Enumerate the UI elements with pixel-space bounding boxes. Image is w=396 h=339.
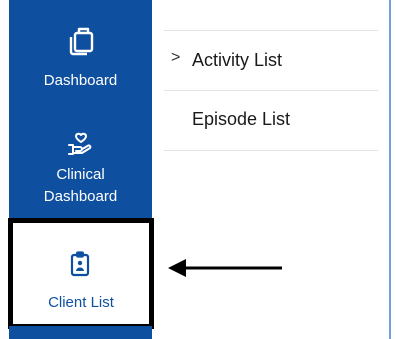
submenu-item-episode-list[interactable]: Episode List <box>164 100 378 140</box>
divider <box>164 30 378 31</box>
sidebar-item-label-line1: Clinical <box>56 166 105 183</box>
panel-border <box>389 0 391 339</box>
sidebar: Dashboard Clinical Dashboard Client List <box>0 0 154 339</box>
divider <box>164 150 378 151</box>
chevron-right-icon: > <box>171 49 181 66</box>
submenu-panel: > Activity List Episode List <box>164 0 378 339</box>
sidebar-item-clinical-dashboard[interactable]: Clinical Dashboard <box>9 115 152 220</box>
sidebar-item-label-line2: Dashboard <box>43 188 118 205</box>
submenu-item-activity-list[interactable]: > Activity List <box>164 41 378 81</box>
sidebar-background-bottom <box>9 326 152 339</box>
submenu-item-label: Episode List <box>192 109 291 129</box>
hand-heart-icon <box>68 132 92 155</box>
divider <box>164 90 378 91</box>
sidebar-item-client-list[interactable]: Client List <box>8 218 154 329</box>
sidebar-item-label: Dashboard <box>43 72 118 89</box>
sidebar-item-label: Client List <box>48 294 114 311</box>
clipboard-stack-icon <box>69 27 94 56</box>
sidebar-item-dashboard[interactable]: Dashboard <box>9 14 152 104</box>
submenu-item-label: Activity List <box>192 50 283 70</box>
client-badge-icon <box>70 251 90 277</box>
